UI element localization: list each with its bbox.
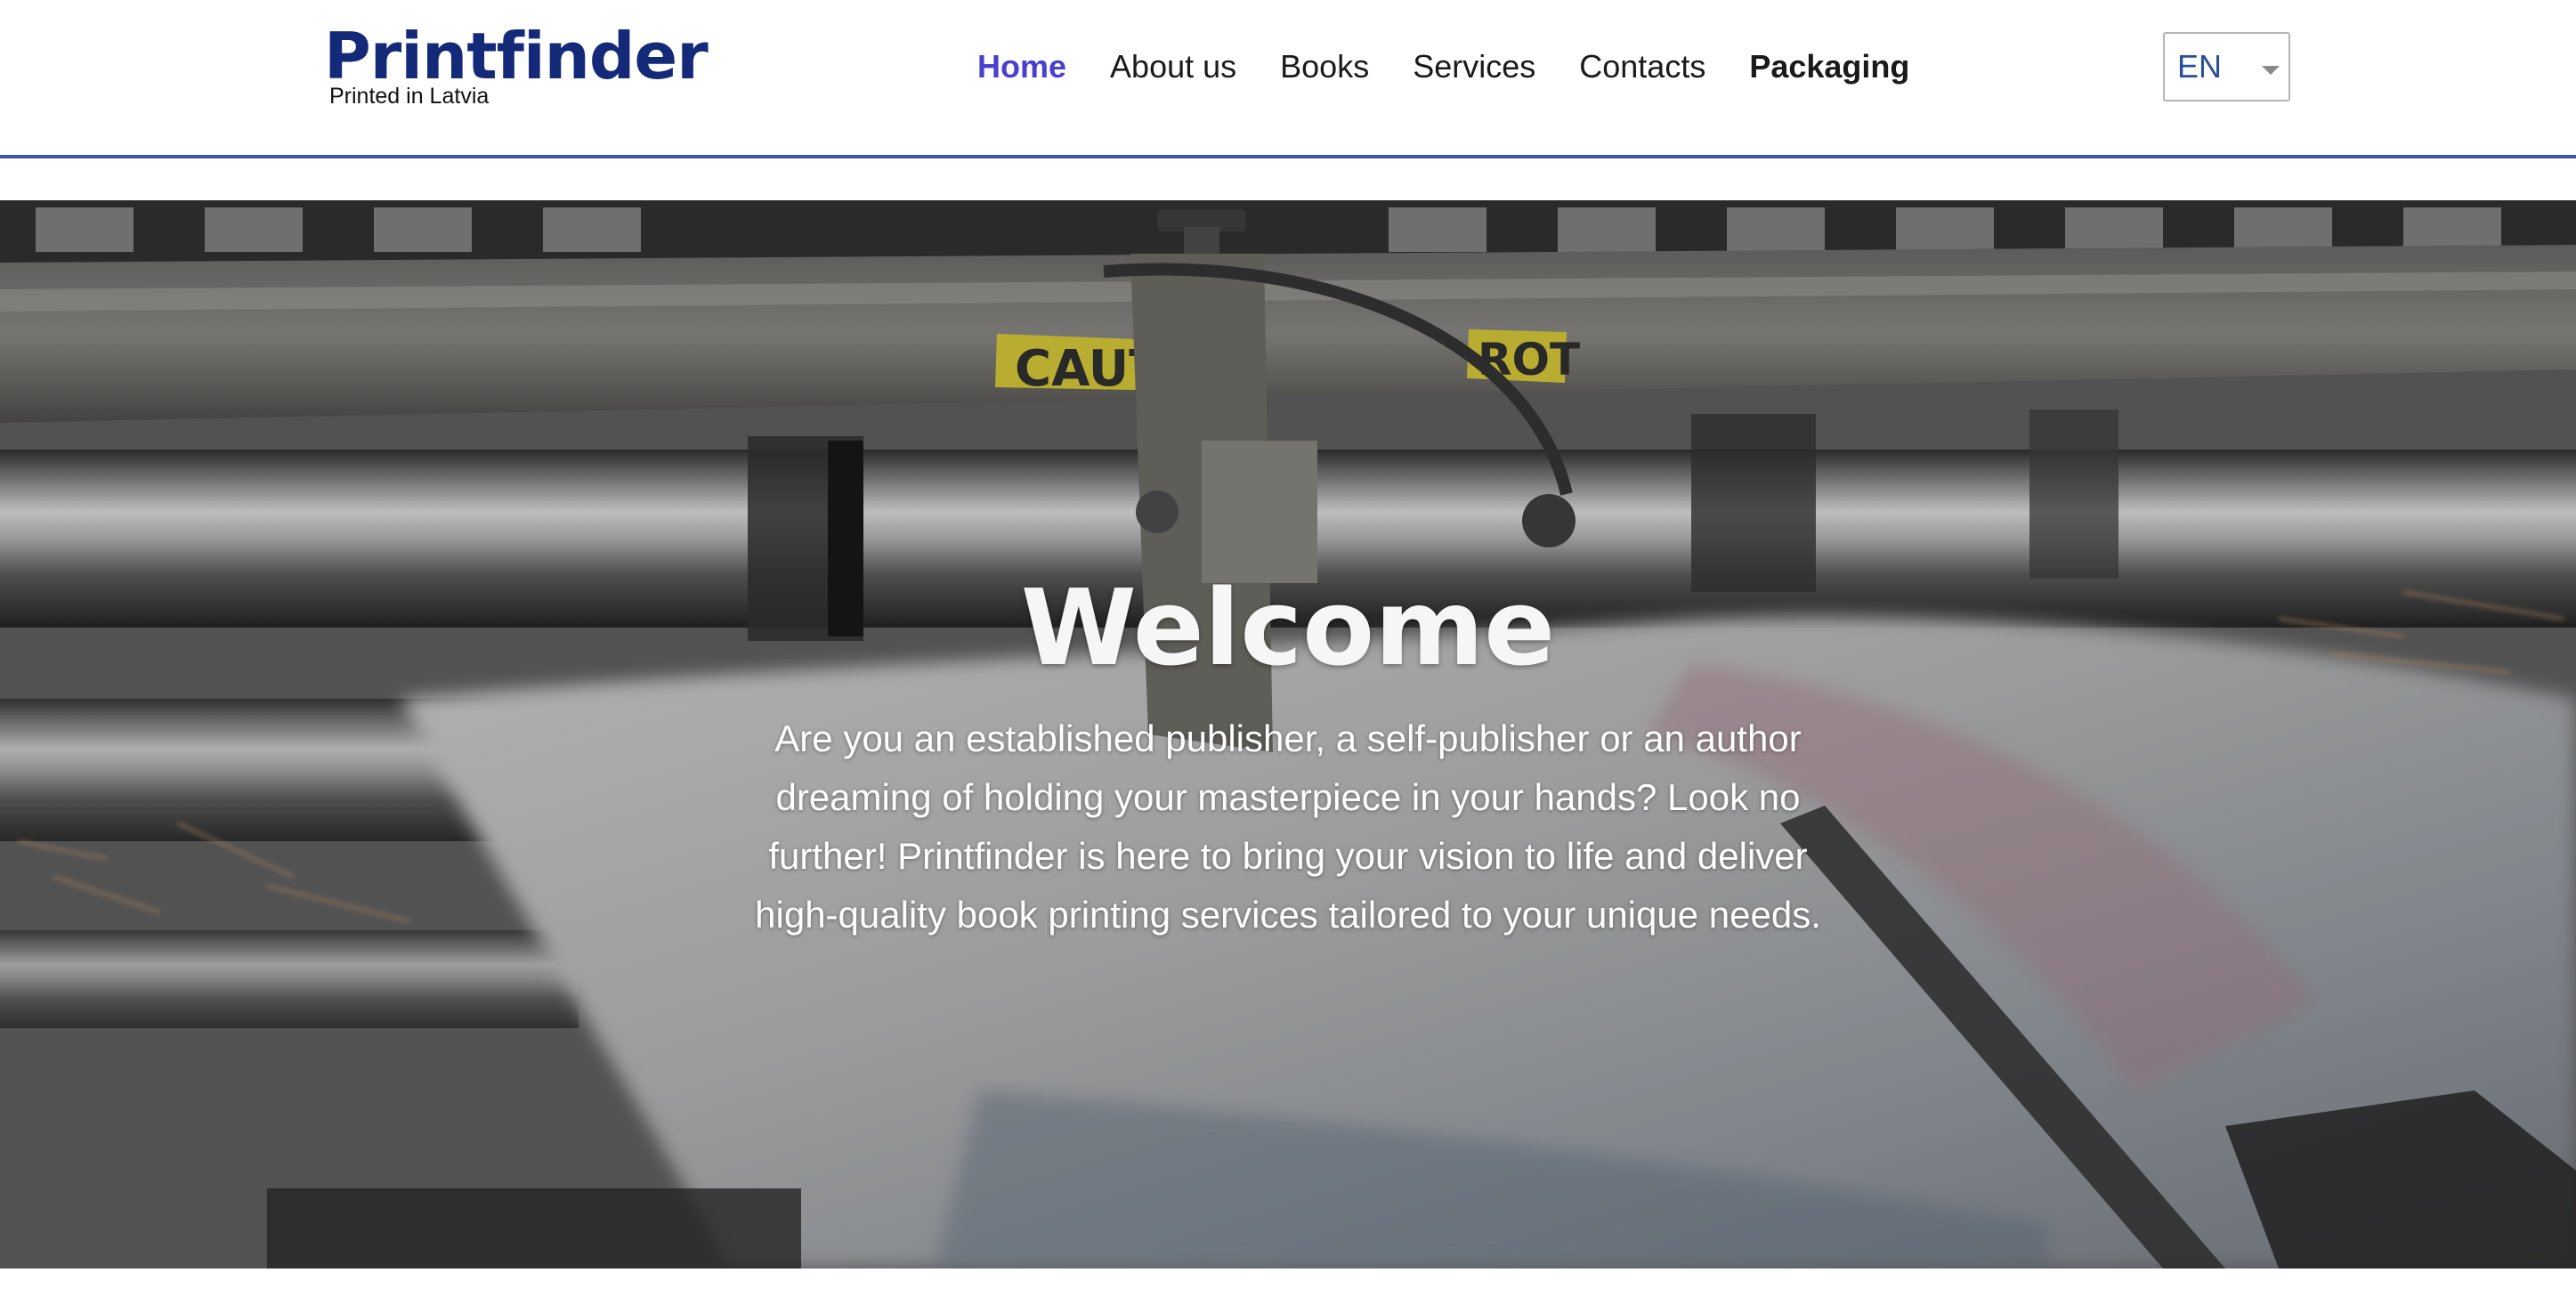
site-header: Printfinder Printed in Latvia Home About…: [0, 0, 2576, 158]
nav-item-contacts[interactable]: Contacts: [1579, 43, 1705, 91]
page: Printfinder Printed in Latvia Home About…: [0, 0, 2576, 1305]
language-select[interactable]: EN: [2163, 32, 2290, 101]
chevron-down-icon: [2262, 66, 2280, 75]
nav-item-services[interactable]: Services: [1413, 43, 1535, 91]
hero-description: Are you an established publisher, a self…: [755, 717, 1821, 936]
nav-item-about-us[interactable]: About us: [1110, 43, 1236, 91]
hero-title: Welcome: [1020, 566, 1556, 689]
hero-content: Welcome Are you an established publisher…: [754, 565, 1822, 944]
brand-logo[interactable]: Printfinder Printed in Latvia: [324, 18, 709, 109]
nav-item-books[interactable]: Books: [1280, 43, 1369, 91]
hero-banner: CAUTIO ROT Welcome Are you an establishe…: [0, 200, 2576, 1269]
nav-item-home[interactable]: Home: [977, 43, 1066, 91]
nav-item-packaging[interactable]: Packaging: [1749, 43, 1909, 91]
language-select-value: EN: [2177, 48, 2223, 85]
main-nav: Home About us Books Services Contacts Pa…: [977, 43, 1909, 91]
brand-tagline: Printed in Latvia: [329, 84, 490, 109]
